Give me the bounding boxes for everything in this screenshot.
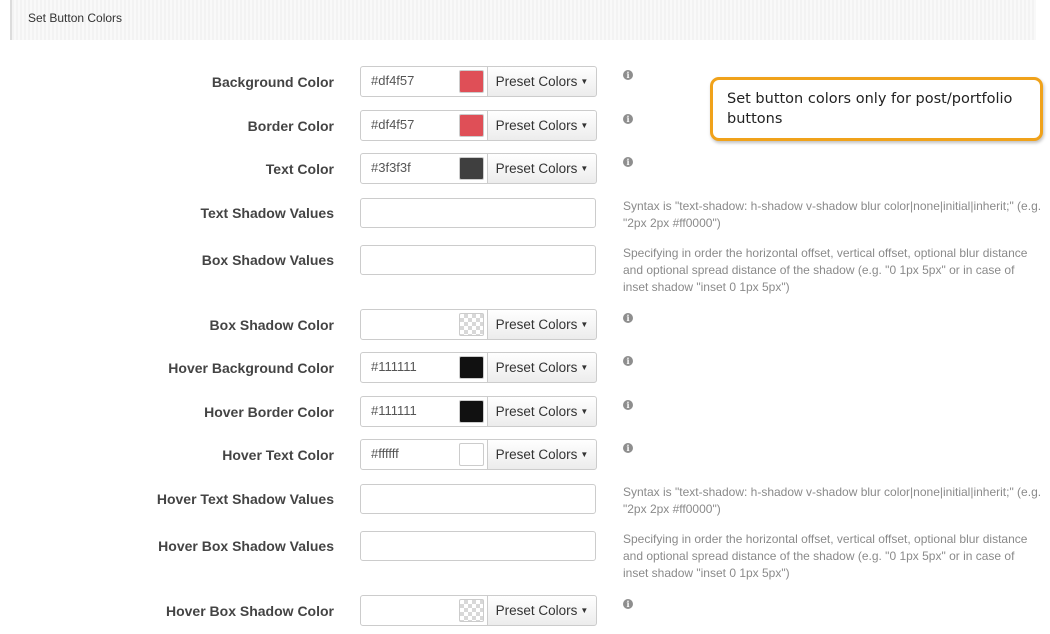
color-picker[interactable]: #ffffff Preset Colors ▼ [360,439,597,470]
box-shadow-input[interactable] [360,245,596,275]
color-picker[interactable]: Preset Colors ▼ [360,309,597,340]
color-picker[interactable]: Preset Colors ▼ [360,595,597,626]
preset-colors-button[interactable]: Preset Colors ▼ [487,595,597,626]
caret-down-icon: ▼ [580,407,589,416]
info-icon[interactable]: i [623,70,633,80]
caret-down-icon: ▼ [580,121,589,130]
caret-down-icon: ▼ [580,164,589,173]
info-icon[interactable]: i [623,443,633,453]
color-picker[interactable]: #3f3f3f Preset Colors ▼ [360,153,597,184]
color-swatch[interactable] [459,70,484,93]
info-icon[interactable]: i [623,599,633,609]
help-text: Syntax is "text-shadow: h-shadow v-shado… [623,485,1042,516]
color-picker[interactable]: #df4f57 Preset Colors ▼ [360,66,597,97]
field-label: Hover Box Shadow Color [165,603,334,619]
section-header: Set Button Colors [10,0,1036,40]
color-value[interactable]: #df4f57 [371,73,414,88]
section-title: Set Button Colors [28,11,123,25]
help-text: Specifying in order the horizontal offse… [623,246,1028,294]
info-icon[interactable]: i [623,400,633,410]
field-label: Border Color [247,118,334,134]
color-value[interactable]: #ffffff [371,446,399,461]
info-icon[interactable]: i [623,114,633,124]
preset-colors-button[interactable]: Preset Colors ▼ [487,396,597,427]
field-label: Box Shadow Color [209,317,334,333]
field-label: Hover Box Shadow Values [158,538,334,554]
field-label: Text Shadow Values [200,205,334,221]
callout-text: Set button colors only for post/portfoli… [727,91,1013,127]
color-swatch[interactable] [459,157,484,180]
caret-down-icon: ▼ [580,450,589,459]
preset-colors-button[interactable]: Preset Colors ▼ [487,153,597,184]
color-picker[interactable]: #df4f57 Preset Colors ▼ [360,110,597,141]
field-label: Hover Border Color [204,404,334,420]
help-text: Specifying in order the horizontal offse… [623,532,1028,580]
color-value[interactable]: #3f3f3f [371,160,411,175]
field-label: Hover Text Color [222,447,334,463]
color-value[interactable]: #df4f57 [371,117,414,132]
color-swatch[interactable] [459,599,484,622]
color-swatch[interactable] [459,400,484,423]
color-picker[interactable]: #111111 Preset Colors ▼ [360,396,597,427]
color-picker[interactable]: #111111 Preset Colors ▼ [360,352,597,383]
preset-colors-button[interactable]: Preset Colors ▼ [487,66,597,97]
info-icon[interactable]: i [623,356,633,366]
color-swatch[interactable] [459,313,484,336]
caret-down-icon: ▼ [580,77,589,86]
preset-colors-button[interactable]: Preset Colors ▼ [487,110,597,141]
field-label: Text Color [265,161,334,177]
help-text: Syntax is "text-shadow: h-shadow v-shado… [623,199,1042,230]
field-label: Hover Text Shadow Values [156,491,334,507]
field-label: Background Color [211,74,334,90]
hover-box-shadow-input[interactable] [360,531,596,561]
caret-down-icon: ▼ [580,363,589,372]
color-swatch[interactable] [459,356,484,379]
info-icon[interactable]: i [623,313,633,323]
color-swatch[interactable] [459,443,484,466]
color-swatch[interactable] [459,114,484,137]
preset-colors-button[interactable]: Preset Colors ▼ [487,309,597,340]
info-icon[interactable]: i [623,157,633,167]
color-value[interactable]: #111111 [371,403,417,418]
preset-colors-button[interactable]: Preset Colors ▼ [487,352,597,383]
text-shadow-input[interactable] [360,198,596,228]
color-value[interactable]: #111111 [371,359,417,374]
field-label: Box Shadow Values [201,252,334,268]
caret-down-icon: ▼ [580,320,589,329]
hover-text-shadow-input[interactable] [360,484,596,514]
preset-colors-button[interactable]: Preset Colors ▼ [487,439,597,470]
field-label: Hover Background Color [168,360,334,376]
callout-note: Set button colors only for post/portfoli… [710,77,1043,141]
caret-down-icon: ▼ [580,606,589,615]
